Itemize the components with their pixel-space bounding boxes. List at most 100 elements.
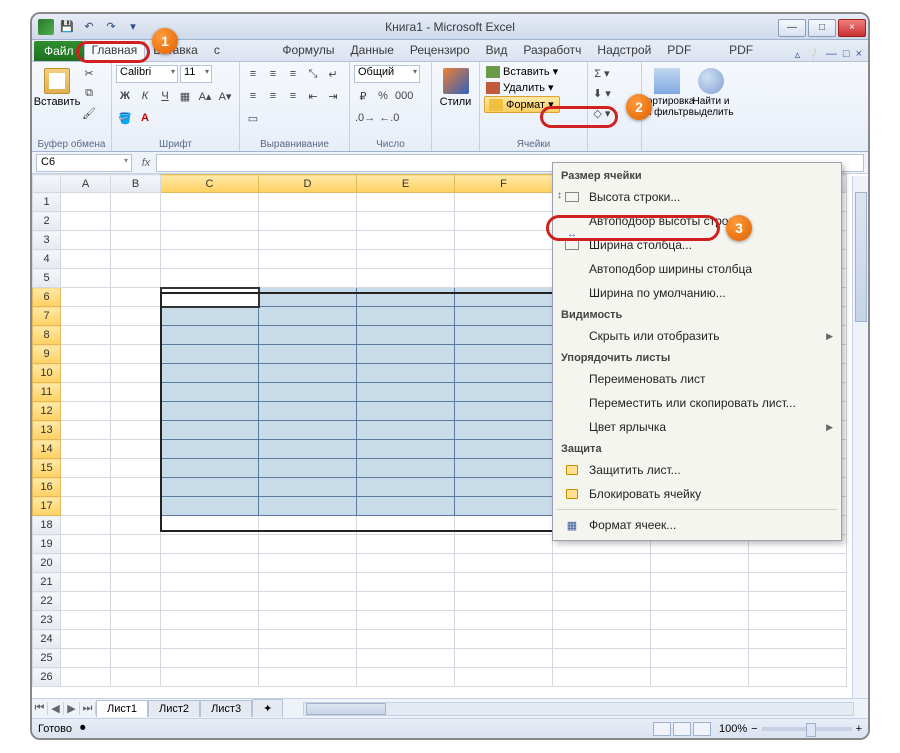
cell-C2[interactable] xyxy=(161,212,259,231)
cell-G24[interactable] xyxy=(553,630,651,649)
mdi-close-icon[interactable]: × xyxy=(856,48,862,61)
cell-A2[interactable] xyxy=(61,212,111,231)
menu-protect-sheet[interactable]: Защитить лист... xyxy=(553,458,841,482)
col-header-D[interactable]: D xyxy=(259,175,357,193)
row-header-24[interactable]: 24 xyxy=(33,630,61,649)
cell-C7[interactable] xyxy=(161,307,259,326)
cell-D11[interactable] xyxy=(259,383,357,402)
row-header-6[interactable]: 6 xyxy=(33,288,61,307)
col-header-C[interactable]: C xyxy=(161,175,259,193)
vscroll-thumb[interactable] xyxy=(855,192,867,322)
cell-H20[interactable] xyxy=(651,554,749,573)
cell-F4[interactable] xyxy=(455,250,553,269)
sheet-tab-1[interactable]: Лист1 xyxy=(96,700,148,717)
cell-F18[interactable] xyxy=(455,516,553,535)
row-header-23[interactable]: 23 xyxy=(33,611,61,630)
cell-D1[interactable] xyxy=(259,193,357,212)
horizontal-scrollbar[interactable] xyxy=(303,702,854,716)
cell-B18[interactable] xyxy=(111,516,161,535)
copy-icon[interactable]: ⧉ xyxy=(80,84,98,102)
cell-F23[interactable] xyxy=(455,611,553,630)
cell-B7[interactable] xyxy=(111,307,161,326)
row-header-3[interactable]: 3 xyxy=(33,231,61,250)
cell-C25[interactable] xyxy=(161,649,259,668)
redo-icon[interactable]: ↷ xyxy=(102,18,120,36)
cell-D4[interactable] xyxy=(259,250,357,269)
view-layout-icon[interactable] xyxy=(673,722,691,736)
cell-C4[interactable] xyxy=(161,250,259,269)
cell-H24[interactable] xyxy=(651,630,749,649)
cell-F15[interactable] xyxy=(455,459,553,478)
cell-B21[interactable] xyxy=(111,573,161,592)
menu-default-width[interactable]: Ширина по умолчанию... xyxy=(553,281,841,305)
grow-font-icon[interactable]: A▴ xyxy=(196,87,214,105)
sheet-nav-last[interactable]: ⏭ xyxy=(80,702,96,715)
macro-record-icon[interactable]: ⏺ xyxy=(80,722,86,735)
percent-icon[interactable]: % xyxy=(374,87,392,105)
cell-A8[interactable] xyxy=(61,326,111,345)
currency-icon[interactable]: ₽ xyxy=(354,87,372,105)
cell-I26[interactable] xyxy=(749,668,847,687)
italic-button[interactable]: К xyxy=(136,87,154,105)
row-header-13[interactable]: 13 xyxy=(33,421,61,440)
cell-F8[interactable] xyxy=(455,326,553,345)
row-header-9[interactable]: 9 xyxy=(33,345,61,364)
cell-B14[interactable] xyxy=(111,440,161,459)
cell-F17[interactable] xyxy=(455,497,553,516)
tab-home[interactable]: Главная xyxy=(84,39,146,61)
undo-icon[interactable]: ↶ xyxy=(80,18,98,36)
cell-G21[interactable] xyxy=(553,573,651,592)
cell-B1[interactable] xyxy=(111,193,161,212)
cell-E8[interactable] xyxy=(357,326,455,345)
find-select-button[interactable]: Найти и выделить xyxy=(690,64,732,118)
cell-E14[interactable] xyxy=(357,440,455,459)
orientation-icon[interactable]: ⤡ xyxy=(304,65,322,83)
maximize-button[interactable]: □ xyxy=(808,19,836,37)
tab-view[interactable]: Вид xyxy=(478,39,516,61)
cell-D12[interactable] xyxy=(259,402,357,421)
cell-B20[interactable] xyxy=(111,554,161,573)
tab-formulas[interactable]: Формулы xyxy=(274,39,342,61)
cell-A10[interactable] xyxy=(61,364,111,383)
cell-F2[interactable] xyxy=(455,212,553,231)
cell-H26[interactable] xyxy=(651,668,749,687)
comma-icon[interactable]: 000 xyxy=(394,87,414,105)
cell-B6[interactable] xyxy=(111,288,161,307)
qat-more-icon[interactable]: ▾ xyxy=(124,18,142,36)
cell-D21[interactable] xyxy=(259,573,357,592)
cell-A13[interactable] xyxy=(61,421,111,440)
cell-A11[interactable] xyxy=(61,383,111,402)
sheet-nav-first[interactable]: ⏮ xyxy=(32,702,48,715)
cell-E4[interactable] xyxy=(357,250,455,269)
cell-D23[interactable] xyxy=(259,611,357,630)
cell-F25[interactable] xyxy=(455,649,553,668)
cell-F21[interactable] xyxy=(455,573,553,592)
cell-A9[interactable] xyxy=(61,345,111,364)
cell-A16[interactable] xyxy=(61,478,111,497)
cell-D18[interactable] xyxy=(259,516,357,535)
cell-B19[interactable] xyxy=(111,535,161,554)
cell-D6[interactable] xyxy=(259,288,357,307)
row-header-26[interactable]: 26 xyxy=(33,668,61,687)
row-header-4[interactable]: 4 xyxy=(33,250,61,269)
cell-A25[interactable] xyxy=(61,649,111,668)
cell-E19[interactable] xyxy=(357,535,455,554)
sheet-tab-2[interactable]: Лист2 xyxy=(148,700,200,717)
cell-F12[interactable] xyxy=(455,402,553,421)
cell-B24[interactable] xyxy=(111,630,161,649)
cell-B22[interactable] xyxy=(111,592,161,611)
cell-E23[interactable] xyxy=(357,611,455,630)
cell-B5[interactable] xyxy=(111,269,161,288)
row-header-18[interactable]: 18 xyxy=(33,516,61,535)
delete-cells-button[interactable]: Удалить ▾ xyxy=(484,80,560,95)
cell-D5[interactable] xyxy=(259,269,357,288)
cell-C16[interactable] xyxy=(161,478,259,497)
cell-E7[interactable] xyxy=(357,307,455,326)
cell-C15[interactable] xyxy=(161,459,259,478)
cell-B12[interactable] xyxy=(111,402,161,421)
col-header-B[interactable]: B xyxy=(111,175,161,193)
indent-inc-icon[interactable]: ⇥ xyxy=(324,87,342,105)
cell-C24[interactable] xyxy=(161,630,259,649)
name-box[interactable]: C6 xyxy=(36,154,132,172)
tab-data[interactable]: Данные xyxy=(343,39,402,61)
